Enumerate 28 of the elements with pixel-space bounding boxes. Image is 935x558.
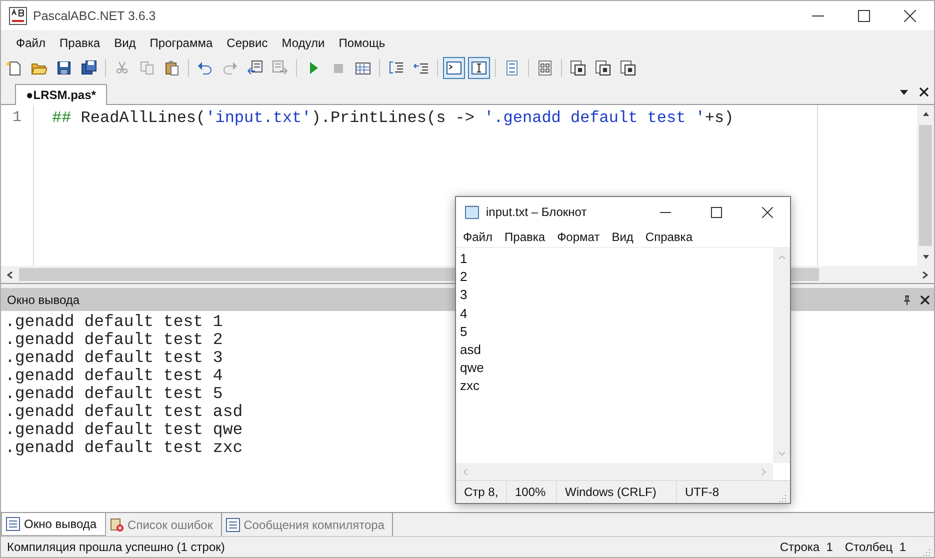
output-line: .genadd default test 3 bbox=[5, 349, 223, 367]
line-position: Строка 1 bbox=[780, 540, 833, 554]
text-line: asd bbox=[460, 341, 482, 360]
output-line: .genadd default test 2 bbox=[5, 331, 223, 349]
text-line: 2 bbox=[460, 268, 468, 286]
status-field: UTF-8 bbox=[677, 481, 727, 503]
status-field: Windows (CRLF) bbox=[557, 481, 677, 503]
window-title: PascalABC.NET 3.6.3 bbox=[33, 8, 156, 22]
panel-title: Окно вывода bbox=[7, 292, 80, 306]
output-line: .genadd default test zxc bbox=[5, 439, 243, 457]
text-line: 3 bbox=[460, 286, 468, 304]
code-line: ## ReadAllLines('input.txt').PrintLines(s -> '.genadd default test '+s) bbox=[52, 109, 735, 127]
status-field: 100% bbox=[507, 481, 557, 503]
status-field: Стр 8, bbox=[456, 481, 507, 503]
column-position: Столбец 1 bbox=[844, 540, 906, 554]
output-line: .genadd default test 5 bbox=[5, 385, 223, 403]
text-line: zxc bbox=[460, 377, 480, 396]
status-message: Компиляция прошла успешно (1 строк) bbox=[7, 540, 225, 554]
window-title: input.txt – Блокнот bbox=[486, 205, 587, 219]
line-number: 1 bbox=[12, 109, 22, 127]
output-line: .genadd default test 1 bbox=[5, 313, 223, 331]
text-line: 4 bbox=[460, 304, 468, 323]
text-line: 1 bbox=[460, 250, 468, 268]
output-line: .genadd default test 4 bbox=[5, 367, 223, 385]
text-line: 5 bbox=[460, 322, 468, 341]
output-line: .genadd default test asd bbox=[5, 403, 243, 421]
text-line: qwe bbox=[460, 359, 485, 378]
output-line: .genadd default test qwe bbox=[5, 421, 243, 439]
